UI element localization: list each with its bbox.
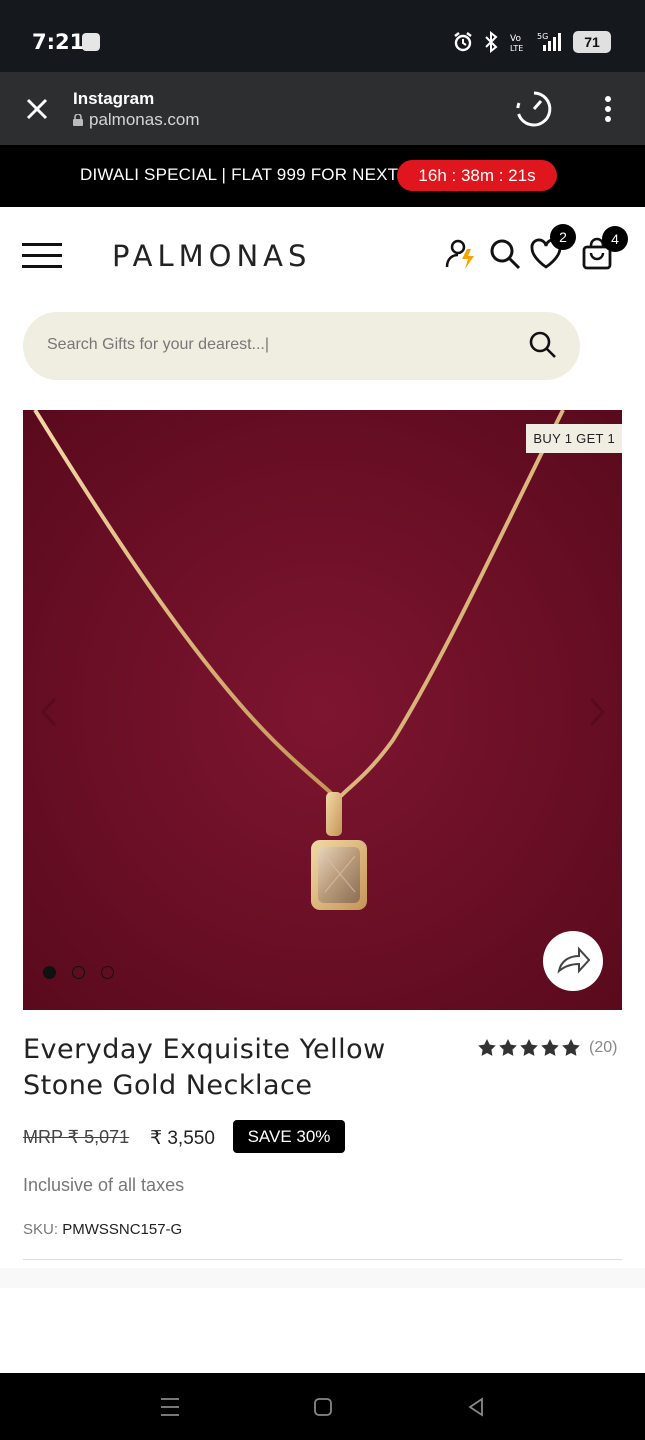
divider [23, 1259, 622, 1260]
svg-text:LTE: LTE [510, 44, 523, 53]
brand-logo[interactable]: PALMONAS [112, 239, 311, 273]
alarm-icon [454, 32, 472, 52]
svg-text:Vo: Vo [510, 34, 521, 44]
menu-icon[interactable] [22, 243, 62, 269]
product-rating[interactable]: (20) [477, 1038, 617, 1058]
share-icon [557, 946, 591, 974]
notification-icon [82, 33, 100, 51]
search-bar[interactable]: Search Gifts for your dearest...| [23, 312, 580, 380]
status-bar: 7:21 Vo LTE 5G 71 [0, 0, 645, 72]
status-icons: Vo LTE 5G [453, 30, 563, 54]
search-icon[interactable] [488, 237, 522, 271]
share-button[interactable] [543, 931, 603, 991]
necklace-image [23, 410, 622, 1010]
volte-icon: VoLTE [510, 34, 523, 53]
system-nav-bar [0, 1373, 645, 1440]
section-separator [0, 1268, 645, 1288]
cart-count-badge: 4 [602, 226, 628, 252]
tax-note: Inclusive of all taxes [23, 1175, 185, 1195]
account-icon[interactable] [445, 237, 479, 271]
wishlist-count-badge: 2 [550, 224, 576, 250]
custom-tab-bar: Instagram palmonas.com [0, 72, 645, 145]
sku-value: PMWSSNC157-G [62, 1221, 183, 1238]
back-icon[interactable] [464, 1395, 488, 1419]
sale-price: ₹ 3,550 [150, 1128, 215, 1149]
gallery-pagination [43, 966, 114, 979]
discount-badge: SAVE 30% [233, 1120, 345, 1153]
battery-indicator: 71 [573, 31, 611, 53]
bluetooth-icon [485, 31, 498, 53]
product-title: Everyday Exquisite Yellow Stone Gold Nec… [23, 1034, 386, 1101]
pagination-dot[interactable] [72, 966, 85, 979]
tab-url: palmonas.com [73, 110, 200, 130]
star-icon [499, 1039, 517, 1056]
rating-count: (20) [589, 1039, 618, 1056]
status-time: 7:21 [32, 30, 85, 54]
lock-icon [73, 114, 83, 126]
signal-5g-icon: 5G [537, 32, 561, 51]
promo-text: DIWALI SPECIAL | FLAT 999 FOR NEXT : [80, 165, 408, 184]
sku-label: SKU: [23, 1221, 63, 1238]
pagination-dot[interactable] [101, 966, 114, 979]
tab-title: Instagram [73, 89, 155, 108]
product-image-gallery[interactable]: BUY 1 GET 1 [23, 410, 622, 1010]
offer-tag: BUY 1 GET 1 [526, 424, 622, 453]
search-icon[interactable] [528, 330, 558, 360]
svg-text:5G: 5G [537, 32, 548, 41]
home-icon[interactable] [311, 1395, 335, 1419]
sku-line: SKU: PMWSSNC157-G [23, 1221, 182, 1238]
star-icon [541, 1039, 559, 1056]
more-options-icon[interactable] [598, 94, 618, 124]
mrp-price: MRP ₹ 5,071 [23, 1127, 130, 1147]
chevron-left-icon[interactable] [37, 695, 61, 729]
countdown-timer: 16h : 38m : 21s [397, 160, 557, 191]
chevron-right-icon[interactable] [585, 695, 609, 729]
star-icon [520, 1039, 538, 1056]
search-input[interactable]: Search Gifts for your dearest...| [47, 336, 269, 354]
pagination-dot[interactable] [43, 966, 56, 979]
url-text: palmonas.com [89, 110, 200, 129]
star-icon [478, 1039, 496, 1056]
star-icon [562, 1039, 580, 1056]
site-header: PALMONAS 2 4 [0, 207, 645, 302]
recent-apps-icon[interactable] [158, 1395, 182, 1419]
page-speed-icon[interactable] [515, 90, 553, 128]
close-icon[interactable] [22, 94, 52, 124]
